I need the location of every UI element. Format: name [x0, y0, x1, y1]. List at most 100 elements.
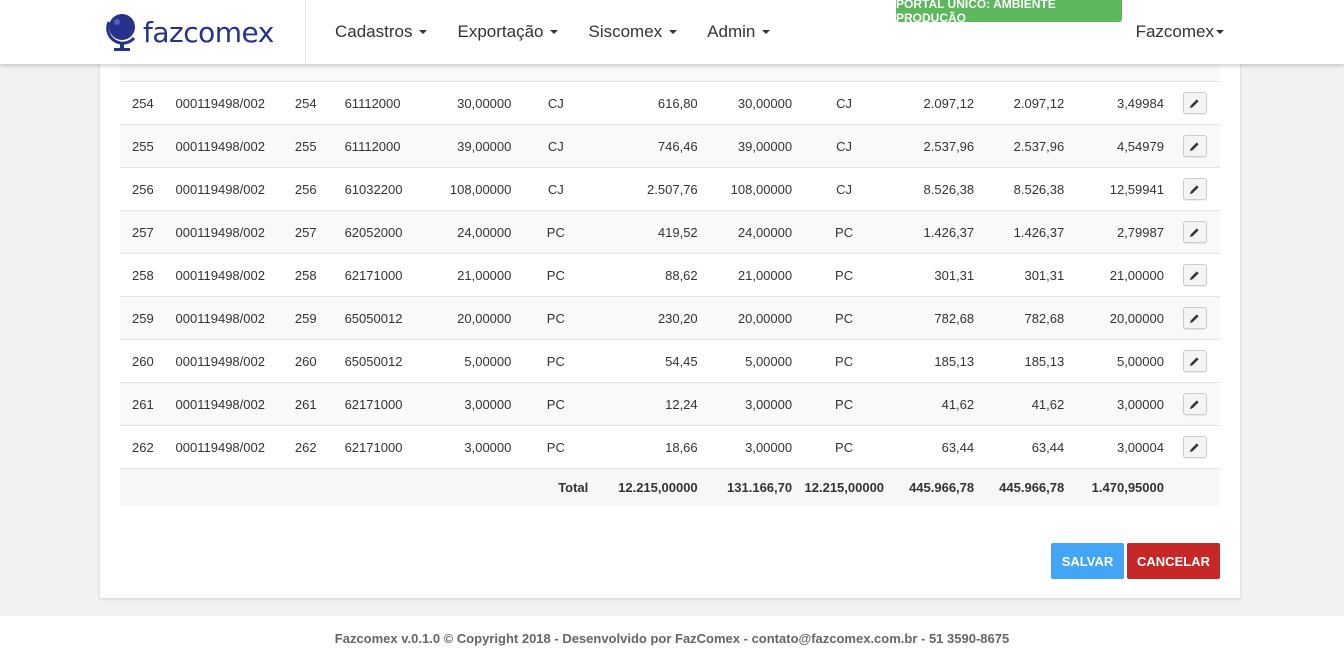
edit-button[interactable] [1182, 350, 1207, 372]
cell-action [1169, 210, 1220, 254]
nav-divider [305, 0, 306, 64]
edit-button[interactable] [1182, 92, 1207, 114]
save-button[interactable]: SALVAR [1051, 543, 1124, 579]
cell-re: 000119498/002 [169, 382, 289, 426]
cell-unit2: CJ [798, 124, 891, 168]
cell-ncm: 62171000 [338, 253, 428, 297]
edit-button[interactable] [1182, 221, 1207, 243]
cell-qty: 24,00000 [427, 210, 518, 254]
cancel-button[interactable]: CANCELAR [1127, 543, 1220, 579]
cell-seq: 256 [120, 167, 170, 211]
cell-action [1169, 253, 1220, 297]
nav-item-exportacao[interactable]: Exportação [442, 22, 573, 42]
cell-v2: 782,68 [980, 296, 1071, 340]
cell-value: 2.507,76 [594, 167, 704, 211]
cell-qty: 39,00000 [427, 124, 518, 168]
cell-v2: 2.537,96 [980, 124, 1071, 168]
pencil-icon [1190, 270, 1200, 280]
cell-v1: 41,62 [890, 382, 981, 426]
nav-item-label: Admin [707, 22, 756, 41]
nav-menu: Cadastros Exportação Siscomex Admin [320, 0, 785, 64]
cell-value: 54,45 [594, 339, 704, 383]
cell-seq: 257 [120, 210, 170, 254]
total-label: Total [517, 468, 595, 506]
cell-value: 230,20 [594, 296, 704, 340]
items-panel: 254 000119498/002 254 61112000 30,00000 CJ 616… [100, 40, 1240, 598]
edit-button[interactable] [1182, 178, 1207, 200]
cell-unit: PC [517, 296, 595, 340]
cell-peso: 3,49984 [1070, 81, 1170, 125]
edit-button[interactable] [1182, 393, 1207, 415]
cell-peso: 2,79987 [1070, 210, 1170, 254]
cell-seq: 259 [120, 296, 170, 340]
cell-item: 260 [288, 339, 339, 383]
cell-unit: CJ [517, 81, 595, 125]
cell-unit2: PC [798, 296, 891, 340]
table-row: 257 000119498/002 257 62052000 24,00000 PC 419… [120, 210, 1220, 254]
cell-v2: 41,62 [980, 382, 1071, 426]
cell-value: 18,66 [594, 425, 704, 469]
cell-qty2: 3,00000 [703, 382, 799, 426]
cell-ncm: 62052000 [338, 210, 428, 254]
edit-button[interactable] [1182, 135, 1207, 157]
items-table: 254 000119498/002 254 61112000 30,00000 CJ 616… [120, 40, 1220, 506]
nav-item-siscomex[interactable]: Siscomex [573, 22, 692, 42]
cell-qty: 30,00000 [427, 81, 518, 125]
cell-re: 000119498/002 [169, 425, 289, 469]
total-empty [1169, 468, 1220, 506]
cell-v1: 782,68 [890, 296, 981, 340]
edit-button[interactable] [1182, 436, 1207, 458]
cell-peso: 3,00004 [1070, 425, 1170, 469]
total-row: Total 12.215,00000 131.166,70 12.215,00000 4… [120, 468, 1220, 506]
nav-item-admin[interactable]: Admin [692, 22, 785, 42]
cell-unit2: CJ [798, 81, 891, 125]
cell-ncm: 61112000 [338, 81, 428, 125]
cell-item: 262 [288, 425, 339, 469]
cell-action [1169, 296, 1220, 340]
cell-peso: 21,00000 [1070, 253, 1170, 297]
cell-peso: 12,59941 [1070, 167, 1170, 211]
cell-v2: 8.526,38 [980, 167, 1071, 211]
edit-button[interactable] [1182, 307, 1207, 329]
cell-v2: 1.426,37 [980, 210, 1071, 254]
cell-v2: 2.097,12 [980, 81, 1071, 125]
cell-unit2: PC [798, 210, 891, 254]
nav-item-cadastros[interactable]: Cadastros [320, 22, 442, 42]
table-row: 255 000119498/002 255 61112000 39,00000 CJ 746… [120, 124, 1220, 168]
cell-action [1169, 382, 1220, 426]
cell-re: 000119498/002 [169, 210, 289, 254]
cell-ncm: 65050012 [338, 339, 428, 383]
cell-ncm: 62171000 [338, 382, 428, 426]
table-row: 258 000119498/002 258 62171000 21,00000 PC 88,… [120, 253, 1220, 297]
cell-qty: 3,00000 [427, 382, 518, 426]
cell-qty2: 39,00000 [703, 124, 799, 168]
cell-unit2: CJ [798, 167, 891, 211]
user-menu[interactable]: Fazcomex [1136, 0, 1224, 64]
cell-value: 88,62 [594, 253, 704, 297]
cell-v1: 8.526,38 [890, 167, 981, 211]
edit-button[interactable] [1182, 264, 1207, 286]
cell-action [1169, 167, 1220, 211]
cell-unit2: PC [798, 253, 891, 297]
cell-seq: 261 [120, 382, 170, 426]
total-v1: 445.966,78 [890, 468, 981, 506]
cell-v1: 185,13 [890, 339, 981, 383]
cell-value: 12,24 [594, 382, 704, 426]
cell-re: 000119498/002 [169, 253, 289, 297]
cell-action [1169, 81, 1220, 125]
cell-ncm: 62171000 [338, 425, 428, 469]
cell-v1: 301,31 [890, 253, 981, 297]
cell-unit2: PC [798, 339, 891, 383]
cell-action [1169, 425, 1220, 469]
cell-re: 000119498/002 [169, 167, 289, 211]
cell-action [1169, 124, 1220, 168]
total-qty2: 131.166,70 [703, 468, 799, 506]
logo[interactable]: fazcomex [103, 10, 303, 54]
cell-value: 616,80 [594, 81, 704, 125]
pencil-icon [1190, 399, 1200, 409]
table-row: 262 000119498/002 262 62171000 3,00000 PC 18,6… [120, 425, 1220, 469]
cell-qty2: 5,00000 [703, 339, 799, 383]
pencil-icon [1190, 184, 1200, 194]
table-row: 261 000119498/002 261 62171000 3,00000 PC 12,2… [120, 382, 1220, 426]
cell-seq: 255 [120, 124, 170, 168]
